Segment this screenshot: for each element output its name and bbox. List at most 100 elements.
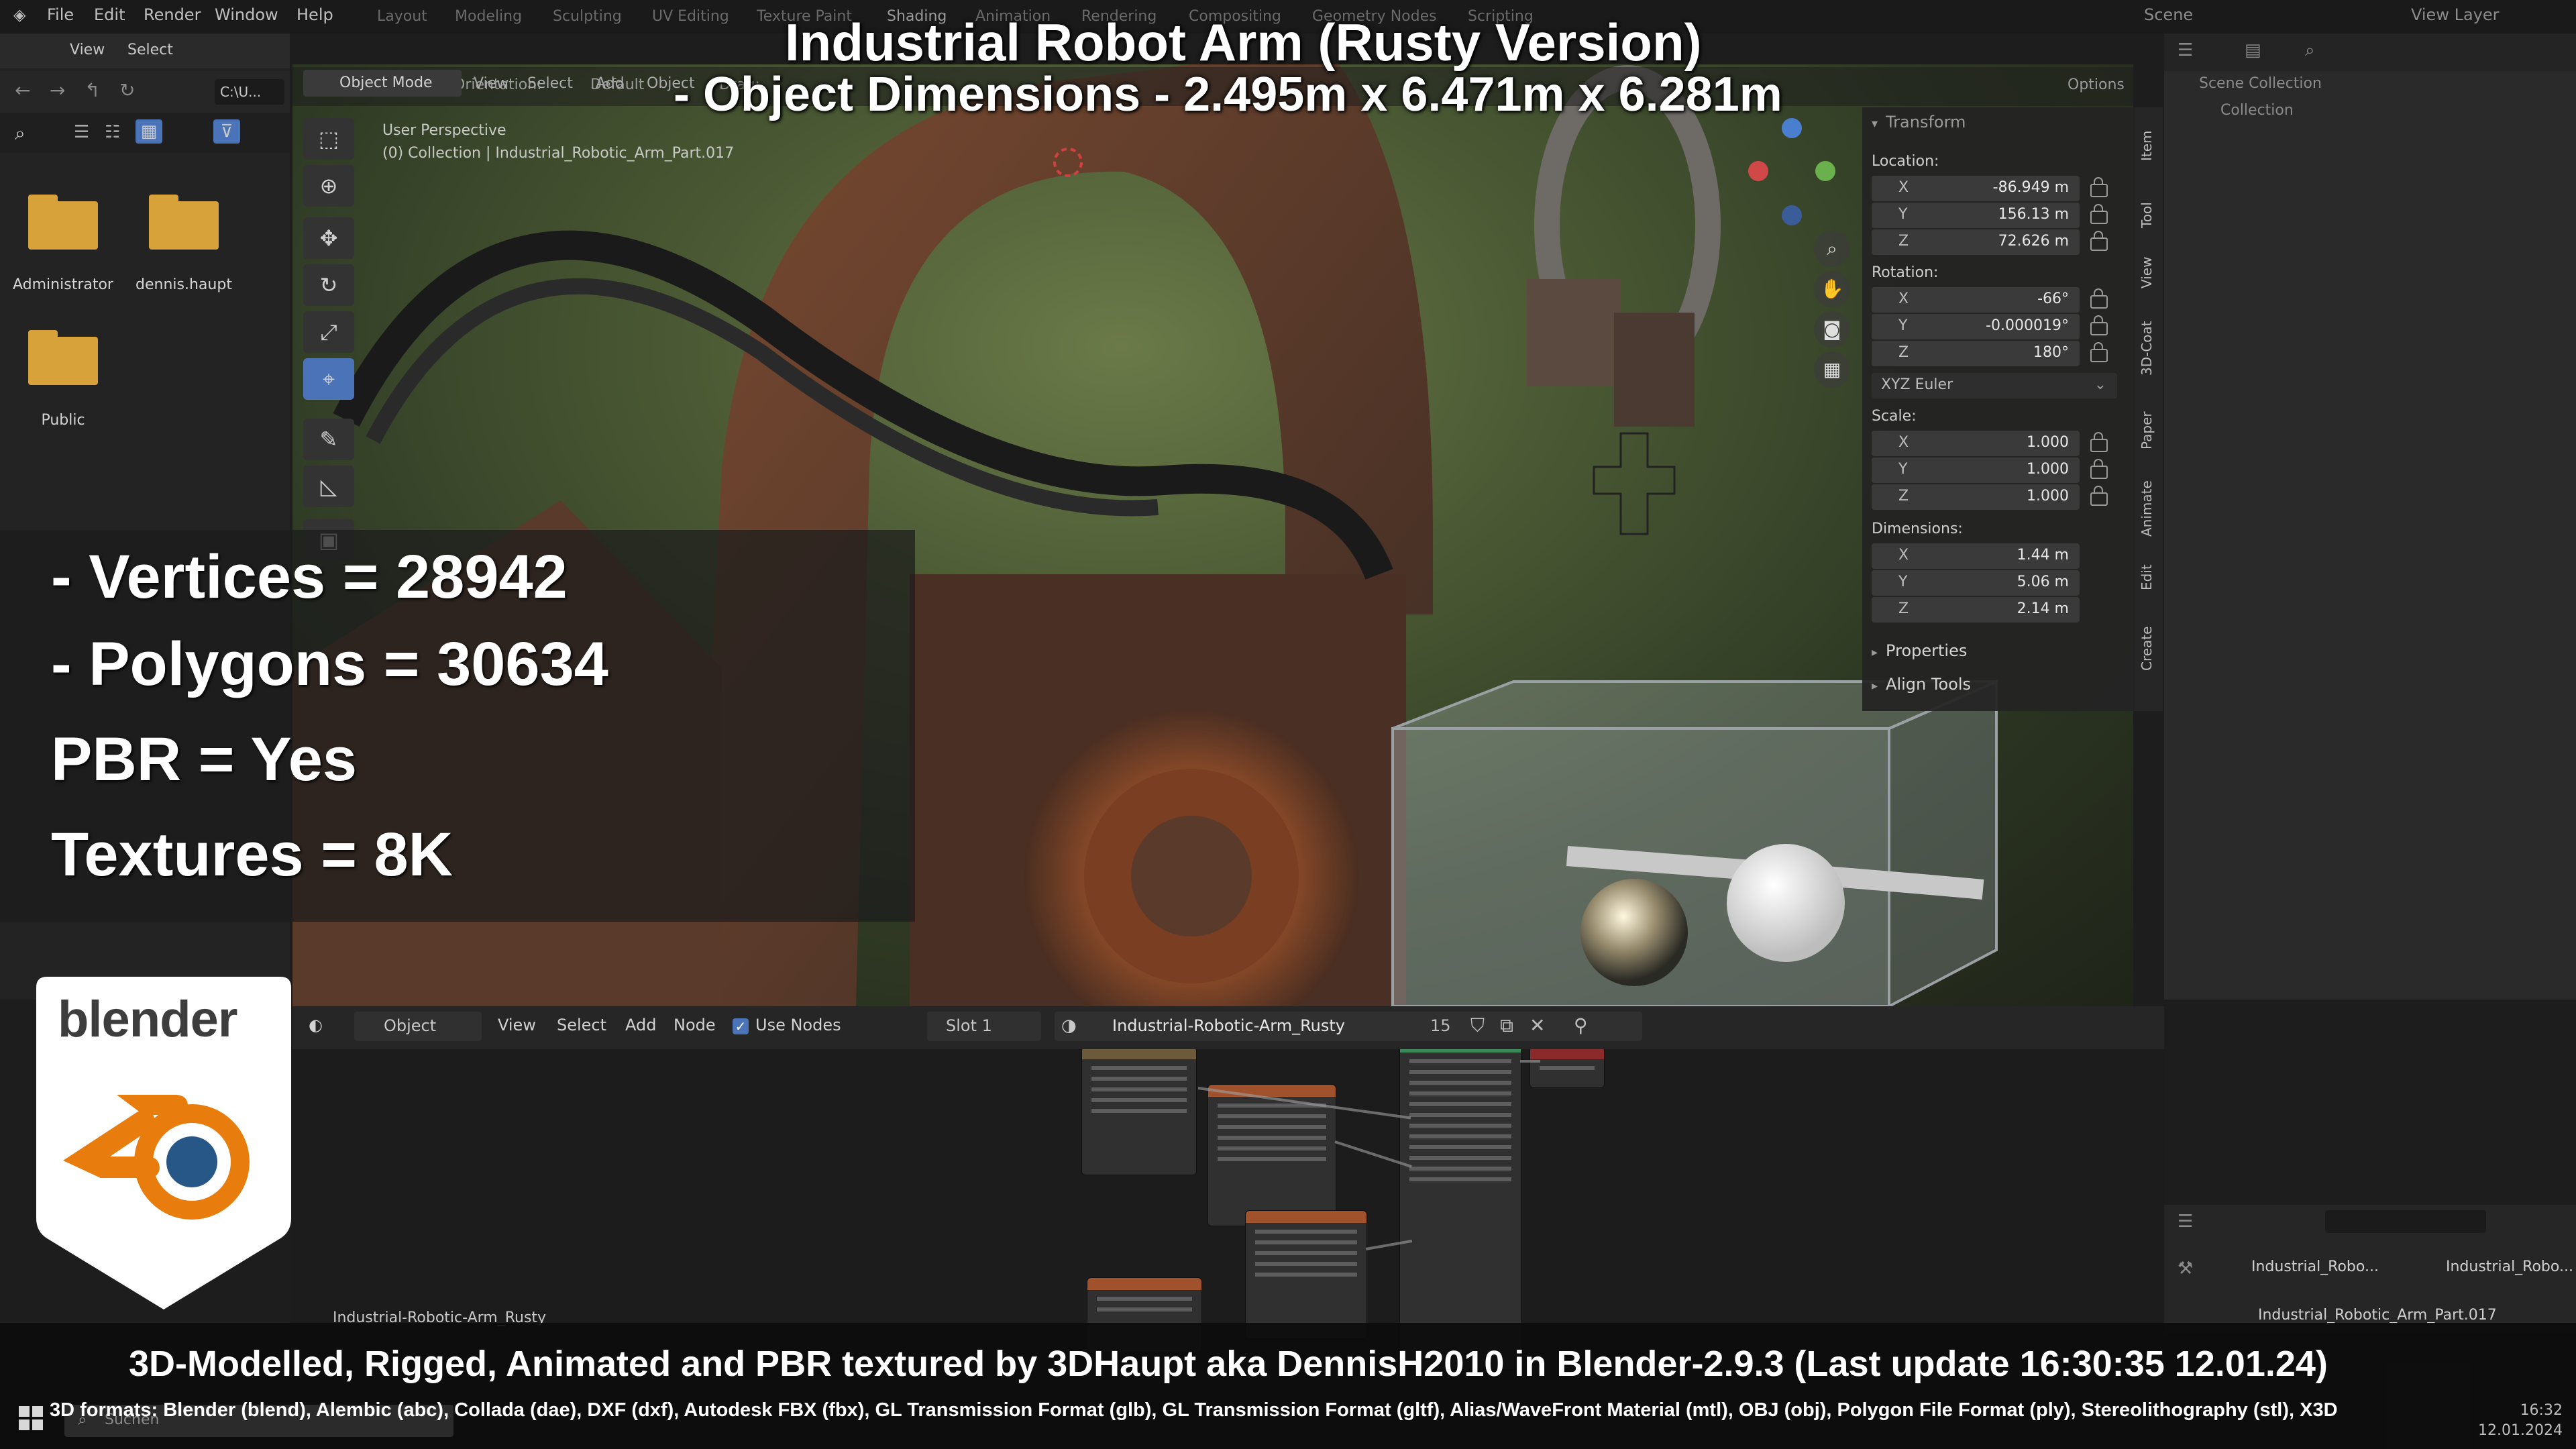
viewport-menu-add[interactable]: Add	[596, 75, 625, 92]
rotation-x-field[interactable]: X -66°	[1872, 287, 2080, 313]
measure-tool-icon[interactable]: ◺	[303, 466, 354, 507]
slot-dropdown[interactable]: Slot 1	[927, 1012, 1041, 1041]
refresh-icon[interactable]: ↻	[119, 79, 135, 101]
cursor-tool-icon[interactable]: ⊕	[303, 165, 354, 207]
annotate-tool-icon[interactable]: ✎	[303, 419, 354, 460]
principled-bsdf-node[interactable]	[1399, 1040, 1521, 1370]
view-layer-selector[interactable]: View Layer	[2411, 5, 2500, 24]
viewport-menu-view[interactable]: View	[474, 75, 508, 92]
tab-view[interactable]: View	[2139, 257, 2155, 288]
location-x-field[interactable]: X -86.949 m	[1872, 176, 2080, 201]
folder-label-dennis[interactable]: dennis.haupt	[123, 276, 244, 293]
detail-view-icon[interactable]: ☷	[105, 122, 120, 142]
object-part-label[interactable]: Industrial_Robotic_Arm_Part.017	[2258, 1307, 2497, 1324]
menu-render[interactable]: Render	[144, 5, 201, 24]
workspace-tab-modeling[interactable]: Modeling	[455, 8, 522, 25]
properties-type-icon[interactable]: ☰	[2178, 1212, 2193, 1232]
object-name-field[interactable]: Industrial_Robo...	[2251, 1258, 2379, 1275]
gizmo-neg-z-icon[interactable]	[1782, 205, 1802, 225]
pin-icon[interactable]: ⚲	[1574, 1014, 1588, 1036]
rotate-tool-icon[interactable]: ↻	[303, 264, 354, 306]
home-folder-icon[interactable]	[149, 195, 219, 250]
display-mode-icon[interactable]: ▤	[2245, 40, 2261, 60]
menu-window[interactable]: Window	[215, 5, 278, 24]
menu-help[interactable]: Help	[297, 5, 333, 24]
use-nodes-checkbox[interactable]: ✓	[733, 1018, 749, 1034]
scale-tool-icon[interactable]: ⤢	[303, 311, 354, 353]
dimensions-y-field[interactable]: Y 5.06 m	[1872, 570, 2080, 596]
menu-file[interactable]: File	[47, 5, 74, 24]
fake-user-shield-icon[interactable]: ⛉	[1470, 1014, 1485, 1037]
filter-icon[interactable]: ⊽	[213, 119, 240, 144]
folder-label-public[interactable]: Public	[3, 412, 123, 429]
transform-header[interactable]: ▾ Transform	[1872, 113, 1966, 131]
camera-view-icon[interactable]: ◙	[1814, 311, 1850, 347]
image-texture-node[interactable]	[1245, 1210, 1367, 1339]
data-name-field[interactable]: Industrial_Robo...	[2446, 1258, 2573, 1275]
pan-hand-icon[interactable]: ✋	[1814, 271, 1850, 307]
scale-x-field[interactable]: X 1.000	[1872, 431, 2080, 456]
gizmo-y-axis-icon[interactable]	[1815, 161, 1835, 181]
search-icon[interactable]: ⌕	[15, 122, 25, 145]
lock-icon[interactable]	[2090, 177, 2108, 197]
path-field[interactable]: C:\U...	[215, 79, 284, 105]
editor-type-icon[interactable]: ☰	[2178, 40, 2193, 60]
object-mode-dropdown[interactable]: Object Mode	[303, 70, 462, 97]
tab-paper[interactable]: Paper	[2139, 411, 2155, 449]
rotation-z-field[interactable]: Z 180°	[1872, 341, 2080, 366]
location-z-field[interactable]: Z 72.626 m	[1872, 229, 2080, 255]
scene-collection-item[interactable]: Scene Collection	[2199, 75, 2322, 92]
collection-item[interactable]: Collection	[2220, 102, 2294, 119]
node-menu-view[interactable]: View	[498, 1016, 536, 1034]
scale-z-field[interactable]: Z 1.000	[1872, 484, 2080, 510]
image-texture-node[interactable]	[1081, 1046, 1197, 1175]
dimensions-z-field[interactable]: Z 2.14 m	[1872, 597, 2080, 623]
gizmo-z-axis-icon[interactable]	[1782, 118, 1802, 138]
move-tool-icon[interactable]: ✥	[303, 217, 354, 259]
tab-create[interactable]: Create	[2139, 627, 2155, 671]
node-menu-node[interactable]: Node	[674, 1016, 716, 1034]
lock-icon[interactable]	[2090, 342, 2108, 362]
lock-icon[interactable]	[2090, 204, 2108, 224]
lock-icon[interactable]	[2090, 459, 2108, 479]
search-icon[interactable]: ⌕	[2305, 40, 2315, 61]
properties-section[interactable]: ▸ Properties	[1872, 641, 1967, 660]
rotation-y-field[interactable]: Y -0.000019°	[1872, 314, 2080, 339]
select-box-tool-icon[interactable]: ⬚	[303, 118, 354, 160]
windows-start-icon[interactable]	[19, 1406, 43, 1430]
workspace-tab-sculpting[interactable]: Sculpting	[553, 8, 622, 25]
tab-3d-coat[interactable]: 3D-Coat	[2139, 321, 2155, 376]
object-type-dropdown[interactable]: Object	[354, 1012, 482, 1041]
tab-edit[interactable]: Edit	[2139, 564, 2155, 590]
align-tools-section[interactable]: ▸ Align Tools	[1872, 675, 1971, 694]
lock-icon[interactable]	[2090, 231, 2108, 251]
blender-menu-icon[interactable]: ◈	[13, 5, 25, 24]
list-view-icon[interactable]: ☰	[74, 122, 89, 142]
node-menu-select[interactable]: Select	[557, 1016, 606, 1034]
location-y-field[interactable]: Y 156.13 m	[1872, 203, 2080, 228]
material-name-field[interactable]: Industrial-Robotic-Arm_Rusty	[1112, 1016, 1345, 1035]
zoom-icon[interactable]: ⌕	[1814, 231, 1850, 267]
menu-edit[interactable]: Edit	[94, 5, 125, 24]
forward-arrow-icon[interactable]: →	[50, 79, 65, 101]
workspace-tab-uv-editing[interactable]: UV Editing	[652, 8, 729, 25]
folder-icon[interactable]	[28, 330, 98, 385]
workspace-tab-layout[interactable]: Layout	[377, 8, 427, 25]
rotation-mode-dropdown[interactable]: XYZ Euler ⌄	[1872, 373, 2117, 398]
properties-search-field[interactable]	[2325, 1210, 2486, 1233]
thumbnail-view-icon[interactable]: ▦	[136, 119, 162, 144]
file-browser-select-menu[interactable]: Select	[127, 42, 173, 58]
material-selector[interactable]: ◑ Industrial-Robotic-Arm_Rusty 15 ⛉ ⧉ ✕ …	[1055, 1012, 1642, 1041]
file-browser-view-menu[interactable]: View	[70, 42, 105, 58]
material-output-node[interactable]	[1529, 1046, 1605, 1088]
taskbar-clock[interactable]: 16:32 12.01.2024	[2478, 1401, 2563, 1441]
dimensions-x-field[interactable]: X 1.44 m	[1872, 543, 2080, 569]
lock-icon[interactable]	[2090, 432, 2108, 452]
options-dropdown[interactable]: Options	[2068, 76, 2125, 93]
close-icon[interactable]: ✕	[1529, 1014, 1545, 1036]
folder-icon[interactable]	[28, 195, 98, 250]
editor-type-icon[interactable]: ◐	[309, 1016, 323, 1034]
folder-label-administrator[interactable]: Administrator	[3, 276, 123, 293]
parent-dir-icon[interactable]: ↰	[85, 79, 100, 101]
tab-item[interactable]: Item	[2139, 130, 2155, 161]
